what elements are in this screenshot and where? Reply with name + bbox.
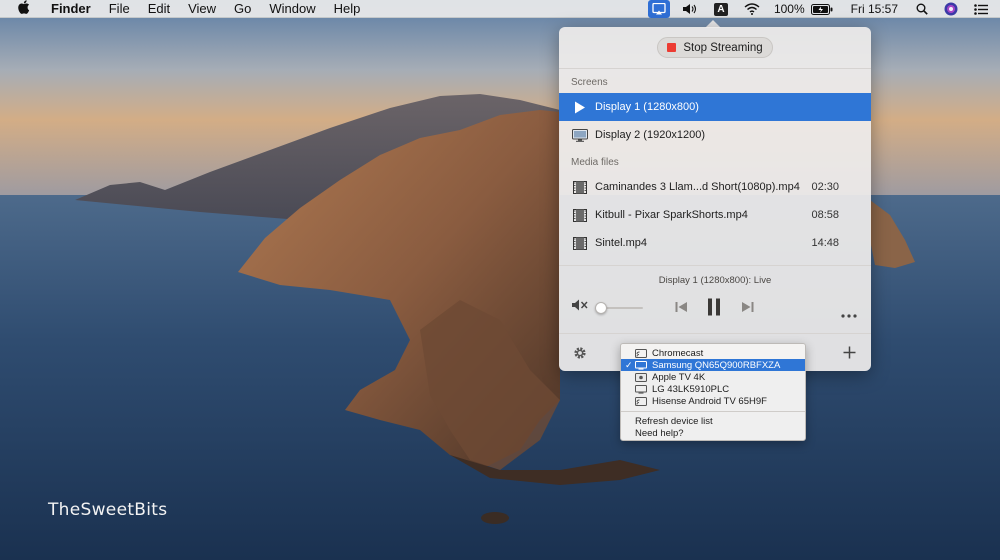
menu-bar: Finder File Edit View Go Window Help A 1… [0, 0, 1000, 18]
media-item-name: Sintel.mp4 [595, 237, 647, 249]
film-icon [571, 236, 589, 250]
media-item-name: Caminandes 3 Llam...d Short(1080p).mp4 [595, 181, 800, 193]
siri-icon[interactable] [944, 2, 958, 16]
screen-item-display-1[interactable]: Display 1 (1280x800) [559, 93, 871, 121]
battery-percent: 100% [773, 2, 805, 16]
device-item-lg[interactable]: LG 43LK5910PLC [621, 383, 805, 395]
menu-app-name[interactable]: Finder [42, 1, 100, 16]
previous-track-icon[interactable] [675, 301, 688, 316]
battery-icon[interactable] [810, 3, 833, 15]
volume-knob[interactable] [595, 302, 607, 314]
player-controls [559, 287, 871, 331]
volume-slider[interactable] [595, 302, 643, 314]
tv-icon [635, 360, 648, 370]
player-divider [559, 265, 871, 266]
need-help-item[interactable]: Need help? [621, 427, 805, 439]
device-item-apple-tv[interactable]: Apple TV 4K [621, 371, 805, 383]
apple-menu-icon[interactable] [14, 0, 34, 17]
settings-gear-icon[interactable] [573, 346, 587, 363]
wifi-icon[interactable] [744, 3, 760, 15]
next-track-icon[interactable] [741, 301, 754, 316]
screens-section-title: Screens [571, 77, 608, 88]
spotlight-search-icon[interactable] [916, 3, 928, 15]
device-dropdown-menu: Chromecast ✓ Samsung QN65Q900RBFXZA Appl… [620, 343, 806, 441]
menu-help[interactable]: Help [325, 1, 370, 16]
screen-item-label: Display 2 (1920x1200) [595, 129, 706, 141]
play-icon [571, 101, 589, 114]
cast-icon [635, 396, 648, 406]
menu-edit[interactable]: Edit [139, 1, 179, 16]
media-item-name: Kitbull - Pixar SparkShorts.mp4 [595, 209, 748, 221]
device-item-chromecast[interactable]: Chromecast [621, 347, 805, 359]
input-source-icon[interactable]: A [713, 2, 728, 16]
pause-icon[interactable] [707, 298, 721, 319]
stop-section: Stop Streaming [559, 27, 871, 69]
film-icon [571, 208, 589, 222]
appletv-icon [635, 372, 648, 382]
device-item-hisense[interactable]: Hisense Android TV 65H9F [621, 395, 805, 407]
media-item[interactable]: Caminandes 3 Llam...d Short(1080p).mp4 0… [559, 173, 871, 201]
checkmark-icon: ✓ [625, 359, 633, 370]
more-options-icon[interactable] [841, 307, 857, 321]
stop-square-icon [667, 43, 677, 52]
tv-icon [635, 384, 648, 394]
streaming-popover: Stop Streaming Screens Display 1 (1280x8… [559, 27, 871, 371]
screen-item-display-2[interactable]: Display 2 (1920x1200) [559, 121, 871, 149]
menu-window[interactable]: Window [260, 1, 324, 16]
refresh-device-list-item[interactable]: Refresh device list [621, 415, 805, 427]
screen-item-label: Display 1 (1280x800) [595, 101, 699, 113]
streaming-app-icon[interactable] [647, 0, 670, 18]
media-item[interactable]: Kitbull - Pixar SparkShorts.mp4 08:58 [559, 201, 871, 229]
device-item-label: LG 43LK5910PLC [652, 383, 730, 395]
menu-separator [621, 411, 805, 412]
add-icon[interactable] [843, 346, 856, 362]
volume-icon[interactable] [682, 3, 698, 15]
clock[interactable]: Fri 15:57 [851, 2, 898, 16]
device-item-label: Chromecast [652, 347, 704, 359]
stop-streaming-label: Stop Streaming [683, 41, 763, 54]
watermark-text: TheSweetBits [48, 500, 168, 520]
monitor-icon [571, 128, 589, 142]
menu-file[interactable]: File [100, 1, 139, 16]
media-item[interactable]: Sintel.mp4 14:48 [559, 229, 871, 257]
mute-icon[interactable] [571, 298, 589, 315]
menu-go[interactable]: Go [225, 1, 260, 16]
notification-center-icon[interactable] [974, 3, 988, 15]
menu-view[interactable]: View [179, 1, 225, 16]
film-icon [571, 180, 589, 194]
stop-streaming-button[interactable]: Stop Streaming [657, 37, 773, 58]
device-item-label: Samsung QN65Q900RBFXZA [652, 359, 781, 371]
media-item-duration: 14:48 [811, 237, 839, 249]
cast-icon [635, 348, 648, 358]
media-item-duration: 08:58 [811, 209, 839, 221]
media-section-title: Media files [571, 157, 619, 168]
device-item-samsung[interactable]: ✓ Samsung QN65Q900RBFXZA [621, 359, 805, 371]
status-area: A 100% Fri 15:57 [644, 0, 1000, 18]
media-item-duration: 02:30 [811, 181, 839, 193]
device-item-label: Hisense Android TV 65H9F [652, 395, 767, 407]
input-source-label: A [713, 2, 728, 16]
device-item-label: Apple TV 4K [652, 371, 706, 383]
now-playing-label: Display 1 (1280x800): Live [658, 275, 772, 286]
